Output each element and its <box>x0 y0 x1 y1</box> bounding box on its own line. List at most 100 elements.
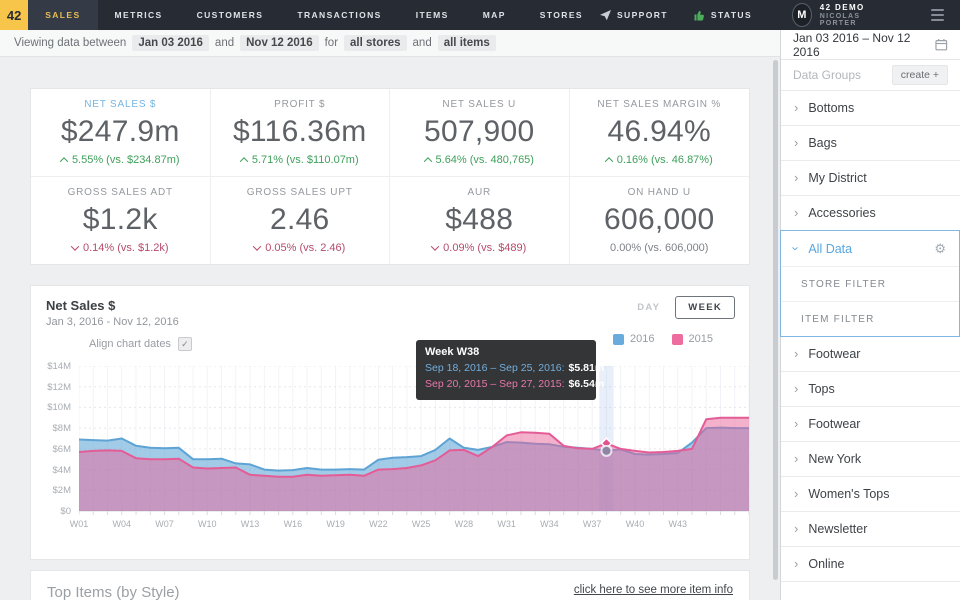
kpi-delta-text: 5.71% (vs. $110.07m) <box>252 154 359 166</box>
caret-down-icon <box>71 242 79 250</box>
main-scrollbar[interactable] <box>773 60 778 580</box>
stores-chip[interactable]: all stores <box>344 35 407 51</box>
sidebar-store-filter[interactable]: STORE FILTER <box>781 266 959 301</box>
kpi-net-sales[interactable]: NET SALES $$247.9m5.55% (vs. $234.87m) <box>31 89 211 177</box>
sidebar-item-filter[interactable]: ITEM FILTER <box>781 301 959 336</box>
chevron-right-icon: › <box>794 522 798 535</box>
kpi-net-sales-u[interactable]: NET SALES U507,9005.64% (vs. 480,765) <box>390 89 570 177</box>
chart-tooltip: Week W38 Sep 18, 2016 – Sep 25, 2016: $5… <box>416 340 596 400</box>
net-sales-area-chart[interactable] <box>79 366 749 517</box>
nav-menu: SALESMETRICSCUSTOMERSTRANSACTIONSITEMSMA… <box>28 0 600 30</box>
sidebar-item-footwear[interactable]: ›Footwear <box>781 407 960 442</box>
y-axis-label: $0 <box>33 506 71 517</box>
sidebar-item-label: Bags <box>808 136 837 150</box>
nav-item-metrics[interactable]: METRICS <box>98 0 180 30</box>
nav-item-sales[interactable]: SALES <box>28 0 97 30</box>
create-group-button[interactable]: create + <box>892 65 948 85</box>
x-axis-label: W22 <box>362 519 394 529</box>
nav-right: SUPPORT STATUS M 42 DEMO NICOLAS PORTER <box>600 0 960 30</box>
start-date-chip[interactable]: Jan 03 2016 <box>132 35 209 51</box>
gear-icon[interactable]: ⚙ <box>934 241 946 257</box>
sidebar-item-all-data[interactable]: ›All Data⚙ <box>781 231 959 266</box>
kpi-delta: 5.71% (vs. $110.07m) <box>241 154 359 166</box>
kpi-label: PROFIT $ <box>274 99 325 110</box>
tooltip-2016-value: $5.81m <box>569 361 605 377</box>
sidebar-item-my-district[interactable]: ›My District <box>781 161 960 196</box>
kpi-delta: 0.09% (vs. $489) <box>432 242 526 254</box>
end-date-chip[interactable]: Nov 12 2016 <box>240 35 319 51</box>
kpi-value: $488 <box>445 203 513 237</box>
align-chart-dates-label: Align chart dates <box>89 338 171 350</box>
sidebar-item-bags[interactable]: ›Bags <box>781 126 960 161</box>
kpi-aur[interactable]: AUR $488 0.09% (vs. $489) <box>390 177 570 265</box>
date-range-picker[interactable]: Jan 03 2016 – Nov 12 2016 <box>781 30 960 60</box>
kpi-profit[interactable]: PROFIT $$116.36m5.71% (vs. $110.07m) <box>211 89 391 177</box>
week-toggle[interactable]: WEEK <box>675 296 735 319</box>
nav-item-items[interactable]: ITEMS <box>399 0 466 30</box>
sidebar-item-women-s-tops[interactable]: ›Women's Tops <box>781 477 960 512</box>
legend-label: 2015 <box>689 333 713 345</box>
support-button[interactable]: SUPPORT <box>600 10 668 21</box>
hamburger-menu-icon[interactable] <box>931 9 944 21</box>
sidebar-item-accessories[interactable]: ›Accessories <box>781 196 960 231</box>
net-sales-chart-card: Net Sales $ Jan 3, 2016 - Nov 12, 2016 D… <box>30 285 750 560</box>
kpi-label: NET SALES MARGIN % <box>597 99 721 110</box>
app-logo[interactable]: 42 <box>0 0 28 30</box>
legend-item-2015[interactable]: 2015 <box>672 333 713 345</box>
kpi-gross-sales-upt[interactable]: GROSS SALES UPT2.460.05% (vs. 2.46) <box>211 177 391 265</box>
align-chart-dates[interactable]: Align chart dates ✓ <box>89 337 192 351</box>
user-account[interactable]: M 42 DEMO NICOLAS PORTER <box>792 3 885 27</box>
kpi-on-hand-u[interactable]: ON HAND U606,0000.00% (vs. 606,000) <box>570 177 750 265</box>
align-chart-dates-checkbox[interactable]: ✓ <box>178 337 192 351</box>
sidebar-item-label: Newsletter <box>808 522 867 536</box>
account-name: 42 DEMO <box>820 3 885 13</box>
x-axis-label: W01 <box>63 519 95 529</box>
top-items-title: Top Items (by Style) <box>47 584 180 600</box>
x-axis-label: W04 <box>106 519 138 529</box>
x-axis-label: W25 <box>405 519 437 529</box>
sidebar-item-tops[interactable]: ›Tops <box>781 372 960 407</box>
sidebar-item-online[interactable]: ›Online <box>781 547 960 582</box>
thumbs-up-icon <box>694 10 705 21</box>
kpi-gross-sales-adt[interactable]: GROSS SALES ADT$1.2k0.14% (vs. $1.2k) <box>31 177 211 265</box>
x-axis-label: W10 <box>191 519 223 529</box>
nav-item-stores[interactable]: STORES <box>523 0 600 30</box>
sidebar-item-new-york[interactable]: ›New York <box>781 442 960 477</box>
chart-legend: 2016 2015 <box>613 333 713 345</box>
chart-subtitle: Jan 3, 2016 - Nov 12, 2016 <box>46 316 179 328</box>
viewing-prefix: Viewing data between <box>14 37 126 49</box>
caret-down-icon <box>431 242 439 250</box>
chevron-right-icon: › <box>794 417 798 430</box>
data-groups-label: Data Groups <box>793 68 861 82</box>
status-button[interactable]: STATUS <box>694 10 752 21</box>
kpi-label: AUR <box>467 187 491 198</box>
legend-label: 2016 <box>630 333 654 345</box>
y-axis-label: $4M <box>33 465 71 476</box>
sidebar-item-newsletter[interactable]: › Newsletter <box>781 512 960 547</box>
day-toggle[interactable]: DAY <box>637 302 660 313</box>
nav-item-transactions[interactable]: TRANSACTIONS <box>280 0 398 30</box>
kpi-net-sales-margin[interactable]: NET SALES MARGIN %46.94%0.16% (vs. 46.87… <box>570 89 750 177</box>
account-user: NICOLAS PORTER <box>820 13 885 27</box>
items-chip[interactable]: all items <box>438 35 496 51</box>
chevron-right-icon: › <box>794 487 798 500</box>
kpi-value: 46.94% <box>607 115 711 149</box>
nav-item-customers[interactable]: CUSTOMERS <box>180 0 281 30</box>
legend-item-2016[interactable]: 2016 <box>613 333 654 345</box>
kpi-delta: 0.00% (vs. 606,000) <box>610 242 708 254</box>
sidebar-item-bottoms[interactable]: ›Bottoms <box>781 91 960 126</box>
y-axis-label: $10M <box>33 402 71 413</box>
main-content: NET SALES $$247.9m5.55% (vs. $234.87m)PR… <box>0 57 780 600</box>
kpi-value: 507,900 <box>424 115 535 149</box>
support-label: SUPPORT <box>617 10 668 20</box>
sidebar-item-label: Footwear <box>808 347 860 361</box>
kpi-label: NET SALES $ <box>84 99 156 110</box>
more-item-info-link[interactable]: click here to see more item info <box>574 584 733 596</box>
sidebar-item-footwear[interactable]: ›Footwear <box>781 337 960 372</box>
kpi-delta-text: 0.05% (vs. 2.46) <box>265 242 345 254</box>
sidebar-item-label: All Data <box>808 242 852 256</box>
top-nav: 42 SALESMETRICSCUSTOMERSTRANSACTIONSITEM… <box>0 0 960 30</box>
chevron-right-icon: › <box>794 382 798 395</box>
nav-item-map[interactable]: MAP <box>466 0 523 30</box>
granularity-toggle: DAY WEEK <box>637 296 735 319</box>
